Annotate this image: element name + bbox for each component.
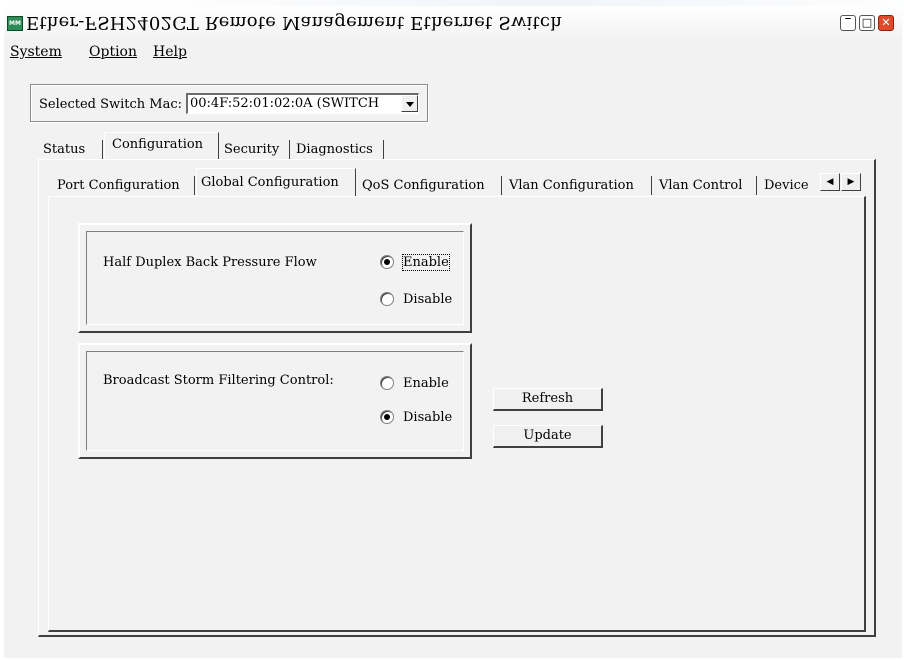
tab-configuration[interactable]: Configuration <box>104 132 219 160</box>
tab-port-configuration[interactable]: Port Configuration <box>52 176 195 195</box>
switch-mac-value: 00:4F:52:01:02:0A (SWITCH <box>190 96 380 111</box>
tab-status[interactable]: Status <box>36 140 103 159</box>
update-button[interactable]: Update <box>493 425 603 448</box>
tab-qos-configuration[interactable]: QoS Configuration <box>357 176 502 195</box>
tab-diagnostics[interactable]: Diagnostics <box>291 140 384 159</box>
mac-selector-group: Selected Switch Mac: 00:4F:52:01:02:0A (… <box>30 84 428 122</box>
half-duplex-label: Half Duplex Back Pressure Flow <box>103 255 317 270</box>
menu-option-label: Option <box>89 44 137 60</box>
menu-system[interactable]: System <box>10 44 62 60</box>
half-duplex-disable-label: Disable <box>403 292 453 307</box>
menu-help[interactable]: Help <box>153 44 187 60</box>
broadcast-storm-enable-label: Enable <box>403 376 449 391</box>
broadcast-storm-disable-option[interactable]: Disable <box>380 409 453 425</box>
half-duplex-enable-option[interactable]: Enable <box>380 254 450 271</box>
chevron-down-icon[interactable] <box>401 95 418 112</box>
half-duplex-enable-radio[interactable] <box>380 254 394 269</box>
tab-global-configuration[interactable]: Global Configuration <box>196 168 356 196</box>
broadcast-storm-disable-radio[interactable] <box>380 409 394 424</box>
arrow-left-icon[interactable]: ◀ <box>820 173 840 191</box>
app-icon: MM <box>7 16 23 31</box>
broadcast-storm-group: Broadcast Storm Filtering Control: Enabl… <box>78 343 472 459</box>
tab-vlan-configuration[interactable]: Vlan Configuration <box>503 176 652 195</box>
window-title: Ether-FSH2402GT Remote Management Ethern… <box>26 12 563 33</box>
title-bar[interactable]: MM Ether-FSH2402GT Remote Management Eth… <box>4 6 902 36</box>
broadcast-storm-label: Broadcast Storm Filtering Control: <box>103 373 334 388</box>
half-duplex-group-frame <box>86 231 464 325</box>
half-duplex-group: Half Duplex Back Pressure Flow Enable Di… <box>78 223 472 333</box>
mac-selector-label: Selected Switch Mac: <box>39 97 183 112</box>
close-icon[interactable]: ✕ <box>878 15 894 31</box>
tab-scroll-controls: ◀ ▶ <box>820 173 864 191</box>
menu-option[interactable]: Option <box>89 44 137 60</box>
tab-device[interactable]: Device <box>758 176 820 195</box>
app-window: MM Ether-FSH2402GT Remote Management Eth… <box>4 6 902 658</box>
half-duplex-enable-label: Enable <box>402 254 450 271</box>
switch-mac-dropdown[interactable]: 00:4F:52:01:02:0A (SWITCH <box>186 93 419 114</box>
arrow-right-icon[interactable]: ▶ <box>841 173 861 191</box>
broadcast-storm-enable-radio[interactable] <box>380 375 394 390</box>
maximize-icon[interactable]: □ <box>859 15 875 31</box>
menu-system-label: System <box>10 44 62 60</box>
refresh-button[interactable]: Refresh <box>493 388 603 411</box>
broadcast-storm-group-frame <box>86 351 464 451</box>
half-duplex-disable-option[interactable]: Disable <box>380 291 453 307</box>
broadcast-storm-enable-option[interactable]: Enable <box>380 375 449 391</box>
menu-help-label: Help <box>153 44 187 60</box>
minimize-icon[interactable]: ‾ <box>840 15 856 31</box>
half-duplex-disable-radio[interactable] <box>380 291 394 306</box>
tab-security[interactable]: Security <box>220 140 290 159</box>
tab-vlan-control[interactable]: Vlan Control <box>653 176 757 195</box>
broadcast-storm-disable-label: Disable <box>403 410 453 425</box>
